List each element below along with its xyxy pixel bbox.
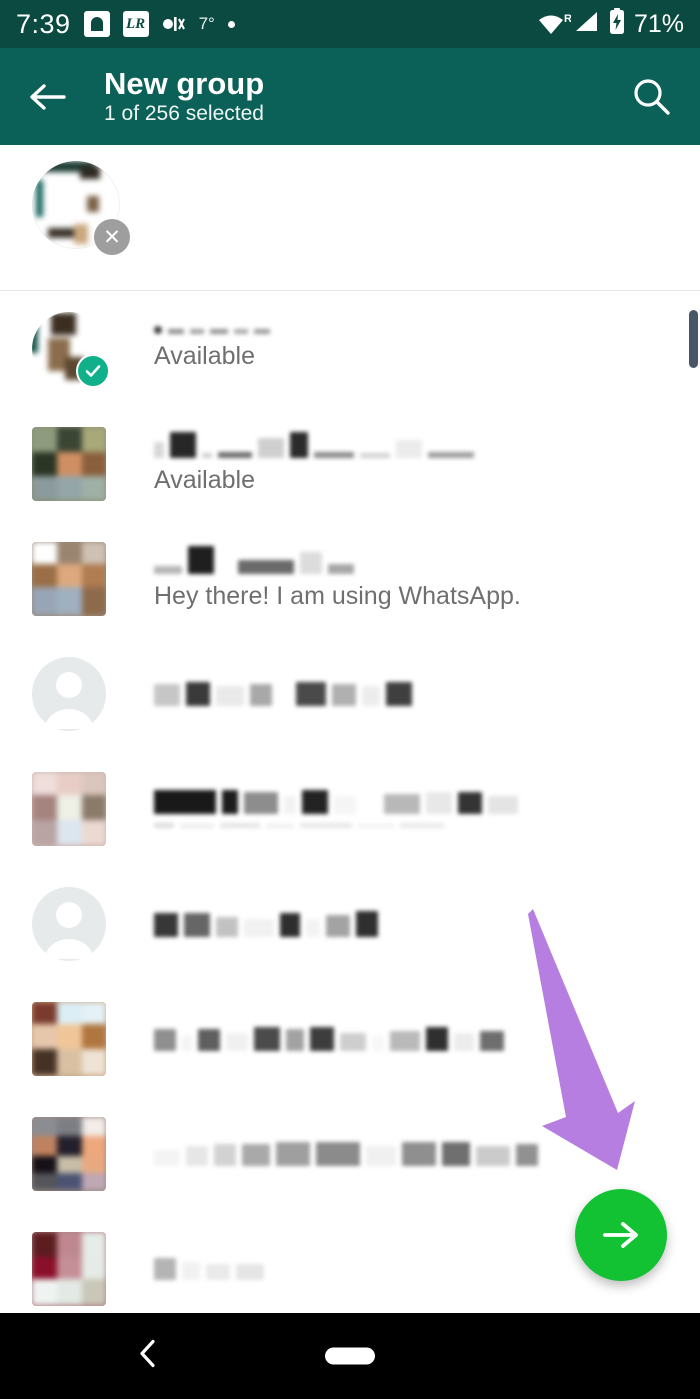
- status-bar: 7:39 LR 7° R 71%: [0, 0, 700, 48]
- status-bar-left: 7:39 LR 7°: [16, 9, 235, 40]
- nav-home-pill[interactable]: [325, 1347, 375, 1365]
- list-scrollbar-thumb[interactable]: [689, 310, 698, 368]
- status-clock: 7:39: [16, 8, 71, 39]
- arrow-right-icon: [603, 1222, 638, 1248]
- avatar-wrapper: [32, 311, 110, 388]
- avatar: [32, 1116, 106, 1191]
- status-dot-icon: [227, 20, 235, 28]
- selected-contacts-strip: ✕: [0, 145, 700, 291]
- avatar-wrapper: [32, 1116, 106, 1191]
- selected-check-badge: [76, 353, 110, 388]
- remove-selected-contact-button[interactable]: ✕: [94, 219, 130, 255]
- battery-charging-icon: [607, 7, 627, 41]
- contact-row[interactable]: [0, 866, 700, 981]
- avatar-placeholder: [32, 886, 106, 961]
- selection-count-subtitle: 1 of 256 selected: [104, 102, 264, 126]
- chevron-left-icon: [140, 1339, 155, 1368]
- contact-name-redacted: [154, 546, 700, 575]
- check-icon: [85, 364, 101, 377]
- contact-text-block: [154, 789, 700, 828]
- avatar-wrapper: [32, 541, 106, 616]
- mute-icon: [162, 16, 186, 32]
- avatar-wrapper: [32, 771, 106, 846]
- wifi-icon: R: [537, 13, 572, 35]
- contact-name-redacted: [154, 1026, 700, 1051]
- avatar: [32, 771, 106, 846]
- system-navigation-bar: [0, 1313, 700, 1399]
- contact-status: Hey there! I am using WhatsApp.: [154, 582, 521, 611]
- avatar-blur-overlay: [32, 1231, 106, 1306]
- search-button[interactable]: [624, 70, 678, 124]
- contact-status: Available: [154, 342, 256, 371]
- contact-text-block: [154, 1026, 700, 1051]
- avatar: [32, 426, 106, 501]
- contact-status-redacted: [154, 822, 700, 828]
- avatar-placeholder: [32, 656, 106, 731]
- contact-name-redacted: [154, 326, 700, 335]
- temperature-indicator: 7°: [198, 14, 215, 33]
- avatar-wrapper: [32, 426, 106, 501]
- app-header: New group 1 of 256 selected: [0, 48, 700, 145]
- avatar-blur-overlay: [32, 1116, 106, 1191]
- contact-name-redacted: [154, 910, 700, 937]
- nav-back-button[interactable]: [135, 1337, 161, 1376]
- avatar-wrapper: [32, 886, 106, 961]
- contact-row[interactable]: Available: [0, 291, 700, 406]
- contact-row[interactable]: [0, 751, 700, 866]
- avatar-wrapper: [32, 656, 106, 731]
- header-text-block: New group 1 of 256 selected: [104, 65, 265, 126]
- contact-row[interactable]: Hey there! I am using WhatsApp.: [0, 521, 700, 636]
- avatar-blur-overlay: [32, 771, 106, 846]
- contact-row[interactable]: Available: [0, 406, 700, 521]
- whatsapp-new-group-screen: 7:39 LR 7° R 71% New group 1 of 256 sele…: [0, 0, 700, 1399]
- contact-text-block: Available: [154, 326, 700, 371]
- page-title: New group: [104, 65, 265, 101]
- avatar-blur-overlay: [32, 541, 106, 616]
- battery-percent-label: 71%: [633, 9, 684, 38]
- avatar: [32, 1001, 106, 1076]
- contact-name-redacted: [154, 1141, 700, 1166]
- contact-status: Available: [154, 466, 256, 495]
- avatar-blur-overlay: [32, 426, 106, 501]
- lr-app-icon: LR: [122, 11, 149, 37]
- contact-list[interactable]: Available Available Hey there! I am usin…: [0, 291, 700, 1313]
- search-icon: [634, 78, 670, 115]
- person-icon: [45, 671, 93, 729]
- contact-name-redacted: [154, 432, 700, 459]
- next-fab-button[interactable]: [575, 1189, 667, 1281]
- contact-text-block: [154, 681, 700, 706]
- avatar-wrapper: [32, 1001, 106, 1076]
- mosque-prayer-icon: [83, 11, 110, 37]
- contact-text-block: Hey there! I am using WhatsApp.: [154, 546, 700, 611]
- contact-name-redacted: [154, 681, 700, 706]
- avatar-blur-overlay: [32, 1001, 106, 1076]
- avatar-wrapper: [32, 1231, 106, 1306]
- contact-row[interactable]: [0, 981, 700, 1096]
- avatar: [32, 541, 106, 616]
- svg-text:R: R: [564, 13, 571, 25]
- avatar: [32, 1231, 106, 1306]
- signal-icon: [574, 10, 600, 39]
- back-button[interactable]: [22, 71, 74, 123]
- contact-row[interactable]: [0, 636, 700, 751]
- contact-row[interactable]: [0, 1096, 700, 1211]
- contact-text-block: [154, 910, 700, 937]
- contact-text-block: [154, 1141, 700, 1166]
- status-bar-right: R 71%: [537, 7, 684, 41]
- contact-text-block: Available: [154, 432, 700, 495]
- contact-name-redacted: [154, 789, 700, 814]
- person-icon: [45, 901, 93, 959]
- selected-contact-chip[interactable]: ✕: [32, 161, 130, 255]
